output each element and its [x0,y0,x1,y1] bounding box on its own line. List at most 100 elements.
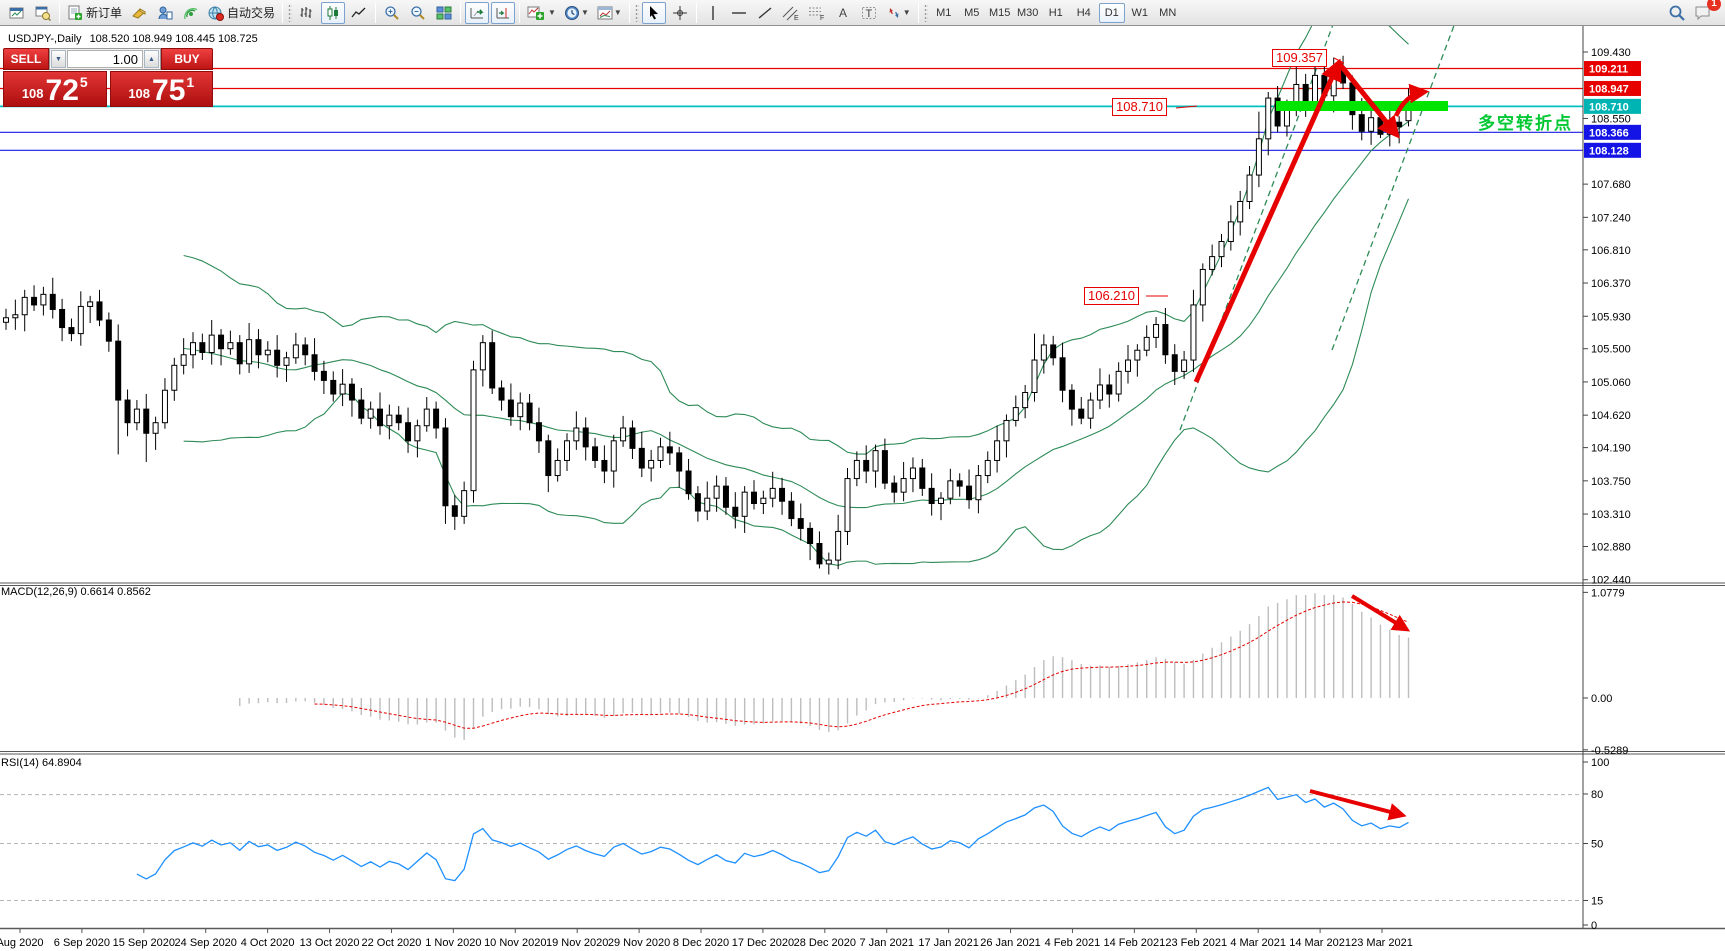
svg-text:23 Feb 2021: 23 Feb 2021 [1165,937,1227,949]
svg-text:106.370: 106.370 [1591,278,1631,290]
volume-decrease-button[interactable]: ▼ [51,50,66,68]
svg-text:105.060: 105.060 [1591,377,1631,389]
zoom-out-icon[interactable] [406,2,430,24]
fibonacci-icon[interactable]: F [805,2,829,24]
timeframe-M5[interactable]: M5 [959,3,985,23]
chat-badge: 1 [1707,0,1721,11]
new-order-button[interactable]: 新订单 [64,2,125,24]
indicators-caret-icon: ▼ [548,8,556,17]
timeframe-H1[interactable]: H1 [1043,3,1069,23]
horizontal-line-icon[interactable] [727,2,751,24]
svg-text:102.440: 102.440 [1591,575,1631,587]
svg-text:106.810: 106.810 [1591,245,1631,257]
svg-text:15 Sep 2020: 15 Sep 2020 [113,937,175,949]
svg-text:Aug 2020: Aug 2020 [0,937,44,949]
svg-text:108.366: 108.366 [1589,127,1629,139]
cursor-icon[interactable] [642,2,666,24]
arrows-caret-icon: ▼ [903,8,911,17]
sell-price-pip: 5 [80,74,88,90]
chart-profiles-icon[interactable] [31,2,55,24]
buy-price-big: 75 [152,78,185,104]
svg-text:107.680: 107.680 [1591,179,1631,191]
buy-price[interactable]: 108751 [110,71,214,107]
timeframe-M15[interactable]: M15 [987,3,1013,23]
tile-windows-icon[interactable] [432,2,456,24]
timeframe-W1[interactable]: W1 [1127,3,1153,23]
chat-icon[interactable]: 1 [1691,2,1715,24]
text-label-icon[interactable]: T [857,2,881,24]
timeframe-M30[interactable]: M30 [1015,3,1041,23]
svg-text:24 Sep 2020: 24 Sep 2020 [175,937,237,949]
svg-text:105.930: 105.930 [1591,311,1631,323]
svg-text:4 Oct 2020: 4 Oct 2020 [241,937,295,949]
signals-icon[interactable] [179,2,203,24]
svg-text:23 Mar 2021: 23 Mar 2021 [1351,937,1413,949]
svg-text:T: T [865,8,872,20]
new-chart-icon[interactable] [5,2,29,24]
sell-price-prefix: 108 [22,86,44,101]
price-annotation-level[interactable]: 108.710 [1112,98,1167,116]
svg-text:104.620: 104.620 [1591,410,1631,422]
chart-shift-icon[interactable] [491,2,515,24]
data-window-icon[interactable] [153,2,177,24]
svg-text:-0.5289: -0.5289 [1591,745,1628,757]
svg-text:17 Jan 2021: 17 Jan 2021 [918,937,979,949]
timeframe-D1[interactable]: D1 [1099,3,1125,23]
svg-text:80: 80 [1591,789,1603,801]
volume-increase-button[interactable]: ▲ [144,50,159,68]
svg-text:14 Mar 2021: 14 Mar 2021 [1289,937,1351,949]
svg-text:50: 50 [1591,839,1603,851]
price-axis: 109.430108.550107.680107.240106.810106.3… [1583,47,1641,587]
svg-text:28 Dec 2020: 28 Dec 2020 [794,937,856,949]
vertical-line-icon[interactable] [701,2,725,24]
crosshair-icon[interactable] [668,2,692,24]
svg-text:F: F [820,15,824,21]
periods-icon[interactable]: ▼ [561,2,592,24]
bar-chart-icon[interactable] [295,2,319,24]
one-click-trading-panel: SELL ▼ 1.00 ▲ BUY 108725 108751 [3,48,213,107]
volume-input[interactable]: 1.00 [67,50,143,68]
chart-canvas[interactable]: 109.430108.550107.680107.240106.810106.3… [0,0,1725,951]
svg-text:6 Sep 2020: 6 Sep 2020 [54,937,110,949]
arrows-tool-icon[interactable]: ▼ [883,2,914,24]
timeframe-H4[interactable]: H4 [1071,3,1097,23]
main-toolbar: 新订单 自动交易 [0,0,1725,26]
timeframe-M1[interactable]: M1 [931,3,957,23]
sell-button[interactable]: SELL [3,48,49,70]
svg-text:14 Feb 2021: 14 Feb 2021 [1103,937,1165,949]
buy-price-pip: 1 [186,74,194,90]
mt4-window: 新订单 自动交易 [0,0,1725,951]
svg-text:7 Jan 2021: 7 Jan 2021 [860,937,914,949]
text-icon[interactable]: A [831,2,855,24]
svg-text:100: 100 [1591,757,1609,769]
svg-text:1 Nov 2020: 1 Nov 2020 [425,937,481,949]
sell-price-big: 72 [46,78,79,104]
svg-text:107.240: 107.240 [1591,212,1631,224]
svg-text:13 Oct 2020: 13 Oct 2020 [300,937,360,949]
line-chart-icon[interactable] [347,2,371,24]
autotrading-button[interactable]: 自动交易 [205,2,278,24]
candlestick-icon[interactable] [321,2,345,24]
trendlines [1180,15,1458,430]
templates-icon[interactable]: ▼ [594,2,625,24]
price-annotation-base[interactable]: 106.210 [1084,287,1139,305]
svg-text:0: 0 [1591,920,1597,932]
search-icon[interactable] [1665,2,1689,24]
svg-text:109.211: 109.211 [1589,64,1628,76]
styler-icon[interactable] [127,2,151,24]
trendline-icon[interactable] [753,2,777,24]
volume-control: ▼ 1.00 ▲ [49,48,161,70]
buy-button[interactable]: BUY [161,48,213,70]
indicators-icon[interactable]: ▼ [524,2,559,24]
price-annotation-peak[interactable]: 109.357 [1272,49,1327,67]
frame [0,26,1725,929]
auto-scroll-icon[interactable] [465,2,489,24]
svg-text:0.00: 0.00 [1591,693,1612,705]
sell-price[interactable]: 108725 [3,71,107,107]
chinese-note-label[interactable]: 多空转折点 [1478,109,1573,134]
zoom-in-icon[interactable] [380,2,404,24]
equidistant-channel-icon[interactable]: E [779,2,803,24]
timeframe-MN[interactable]: MN [1155,3,1181,23]
chart-header: USDJPY-,Daily108.520 108.949 108.445 108… [8,33,258,45]
buy-price-prefix: 108 [128,86,150,101]
